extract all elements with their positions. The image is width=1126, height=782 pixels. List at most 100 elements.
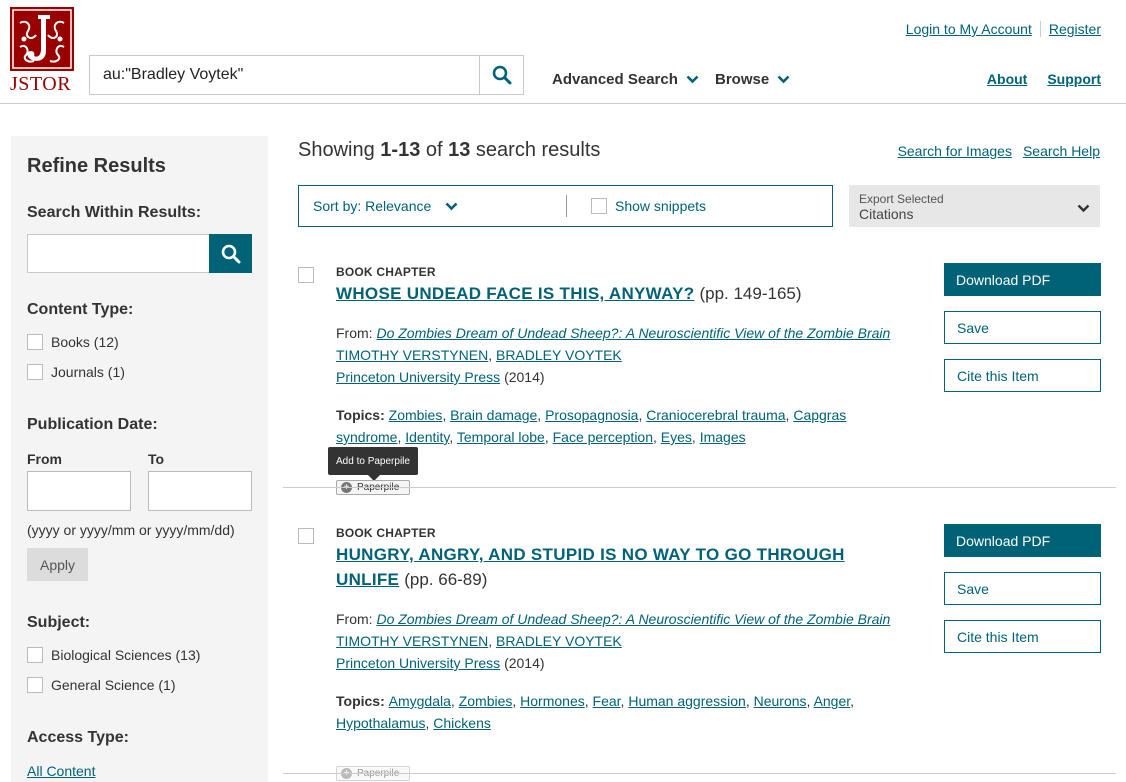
- topic-link[interactable]: Zombies: [459, 693, 513, 709]
- download-pdf-button[interactable]: Download PDF: [944, 524, 1101, 557]
- search-within-button[interactable]: [209, 234, 252, 273]
- author-link[interactable]: BRADLEY VOYTEK: [496, 347, 622, 363]
- result-publisher: Princeton University Press (2014): [336, 366, 906, 388]
- topic-link[interactable]: Images: [700, 429, 746, 445]
- access-type-heading: Access Type:: [27, 729, 129, 746]
- chevron-down-icon: [445, 202, 458, 211]
- nav-advanced-search-label: Advanced Search: [552, 71, 678, 88]
- result-source: From: Do Zombies Dream of Undead Sheep?:…: [336, 325, 891, 341]
- subject-heading: Subject:: [27, 614, 91, 631]
- topic-link[interactable]: Neurons: [754, 693, 807, 709]
- topic-link[interactable]: Brain damage: [450, 407, 537, 423]
- chevron-down-icon: [777, 75, 790, 84]
- login-link[interactable]: Login to My Account: [906, 21, 1032, 37]
- info-links: About Support: [987, 71, 1101, 87]
- checkbox[interactable]: [27, 677, 43, 693]
- result-publisher: Princeton University Press (2014): [336, 652, 906, 674]
- topic-link[interactable]: Hypothalamus: [336, 715, 426, 731]
- search-within-input[interactable]: [27, 234, 209, 273]
- nav-advanced-search[interactable]: Advanced Search: [552, 71, 699, 88]
- topic-link[interactable]: Eyes: [661, 429, 692, 445]
- all-content-link[interactable]: All Content: [27, 763, 95, 779]
- result-actions: Download PDF Save Cite this Item: [944, 524, 1101, 653]
- topic-link[interactable]: Zombies: [389, 407, 443, 423]
- result-checkbox[interactable]: [298, 528, 314, 544]
- author-link[interactable]: BRADLEY VOYTEK: [496, 633, 622, 649]
- download-pdf-button[interactable]: Download PDF: [944, 263, 1101, 296]
- topic-link[interactable]: Temporal lobe: [457, 429, 545, 445]
- result-divider: [283, 773, 1116, 774]
- filter-biological-sciences[interactable]: Biological Sciences (13): [27, 647, 200, 663]
- search-images-link[interactable]: Search for Images: [898, 143, 1012, 159]
- site-header: JSTOR Advanced Search Browse Login to My…: [0, 0, 1126, 104]
- jstor-logo[interactable]: JSTOR: [10, 7, 76, 95]
- filter-label: Books (12): [51, 334, 119, 350]
- checkbox[interactable]: [27, 364, 43, 380]
- jstor-seal-icon: [10, 7, 74, 71]
- from-label: From: [27, 451, 62, 467]
- save-button[interactable]: Save: [944, 572, 1101, 605]
- export-value: Citations: [859, 206, 914, 222]
- sort-label: Sort by: Relevance: [313, 198, 432, 214]
- show-snippets-toggle[interactable]: Show snippets: [567, 198, 706, 214]
- search-button[interactable]: [479, 56, 523, 94]
- result-source: From: Do Zombies Dream of Undead Sheep?:…: [336, 611, 891, 627]
- from-date-input[interactable]: [27, 471, 131, 511]
- chevron-down-icon: [1077, 200, 1090, 216]
- pub-date-heading: Publication Date:: [27, 416, 158, 433]
- topic-link[interactable]: Chickens: [433, 715, 491, 731]
- publisher-link[interactable]: Princeton University Press: [336, 369, 500, 385]
- result-title-link[interactable]: WHOSE UNDEAD FACE IS THIS, ANYWAY?: [336, 284, 694, 303]
- checkbox[interactable]: [27, 334, 43, 350]
- result-body: BOOK CHAPTER WHOSE UNDEAD FACE IS THIS, …: [336, 265, 906, 448]
- result-type: BOOK CHAPTER: [336, 265, 436, 279]
- nav-browse[interactable]: Browse: [715, 71, 790, 88]
- topic-link[interactable]: Identity: [405, 429, 449, 445]
- filter-journals[interactable]: Journals (1): [27, 364, 125, 380]
- topic-link[interactable]: Prosopagnosia: [545, 407, 638, 423]
- date-format-hint: (yyyy or yyyy/mm or yyyy/mm/dd): [27, 522, 235, 538]
- publisher-link[interactable]: Princeton University Press: [336, 655, 500, 671]
- about-link[interactable]: About: [987, 71, 1027, 87]
- topic-link[interactable]: Anger: [814, 693, 851, 709]
- author-link[interactable]: TIMOTHY VERSTYNEN: [336, 633, 488, 649]
- author-link[interactable]: TIMOTHY VERSTYNEN: [336, 347, 488, 363]
- save-button[interactable]: Save: [944, 311, 1101, 344]
- apply-button[interactable]: Apply: [27, 548, 88, 581]
- result-title: HUNGRY, ANGRY, AND STUPID IS NO WAY TO G…: [336, 542, 906, 592]
- checkbox[interactable]: [27, 647, 43, 663]
- to-date-input[interactable]: [148, 471, 252, 511]
- book-title-link[interactable]: Do Zombies Dream of Undead Sheep?: A Neu…: [376, 325, 890, 341]
- paperpile-tooltip: Add to Paperpile: [328, 447, 418, 481]
- topic-link[interactable]: Hormones: [520, 693, 585, 709]
- nav-browse-label: Browse: [715, 71, 770, 88]
- search-icon: [492, 65, 511, 85]
- topic-link[interactable]: Amygdala: [389, 693, 451, 709]
- sort-select[interactable]: Sort by: Relevance: [299, 195, 567, 217]
- cite-button[interactable]: Cite this Item: [944, 359, 1101, 392]
- topic-link[interactable]: Human aggression: [628, 693, 746, 709]
- logo-text: JSTOR: [10, 73, 72, 95]
- result-authors: TIMOTHY VERSTYNEN, BRADLEY VOYTEK: [336, 347, 622, 363]
- result-actions: Download PDF Save Cite this Item: [944, 263, 1101, 392]
- export-citations-select[interactable]: Export Selected Citations: [849, 185, 1100, 227]
- cite-button[interactable]: Cite this Item: [944, 620, 1101, 653]
- account-links: Login to My Account Register: [906, 21, 1101, 37]
- register-link[interactable]: Register: [1049, 21, 1101, 37]
- topic-link[interactable]: Craniocerebral trauma: [646, 407, 785, 423]
- filter-general-science[interactable]: General Science (1): [27, 677, 176, 693]
- search-within-heading: Search Within Results:: [27, 204, 202, 221]
- export-label: Export Selected: [859, 192, 944, 206]
- result-type: BOOK CHAPTER: [336, 526, 436, 540]
- topic-link[interactable]: Face perception: [553, 429, 653, 445]
- search-help-link[interactable]: Search Help: [1023, 143, 1100, 159]
- book-title-link[interactable]: Do Zombies Dream of Undead Sheep?: A Neu…: [376, 611, 890, 627]
- topic-link[interactable]: Fear: [593, 693, 621, 709]
- checkbox[interactable]: [591, 198, 607, 214]
- search-input[interactable]: [90, 56, 479, 94]
- filter-books[interactable]: Books (12): [27, 334, 119, 350]
- result-checkbox[interactable]: [298, 267, 314, 283]
- show-snippets-label: Show snippets: [615, 198, 707, 214]
- support-link[interactable]: Support: [1047, 71, 1101, 87]
- refine-title: Refine Results: [27, 155, 166, 177]
